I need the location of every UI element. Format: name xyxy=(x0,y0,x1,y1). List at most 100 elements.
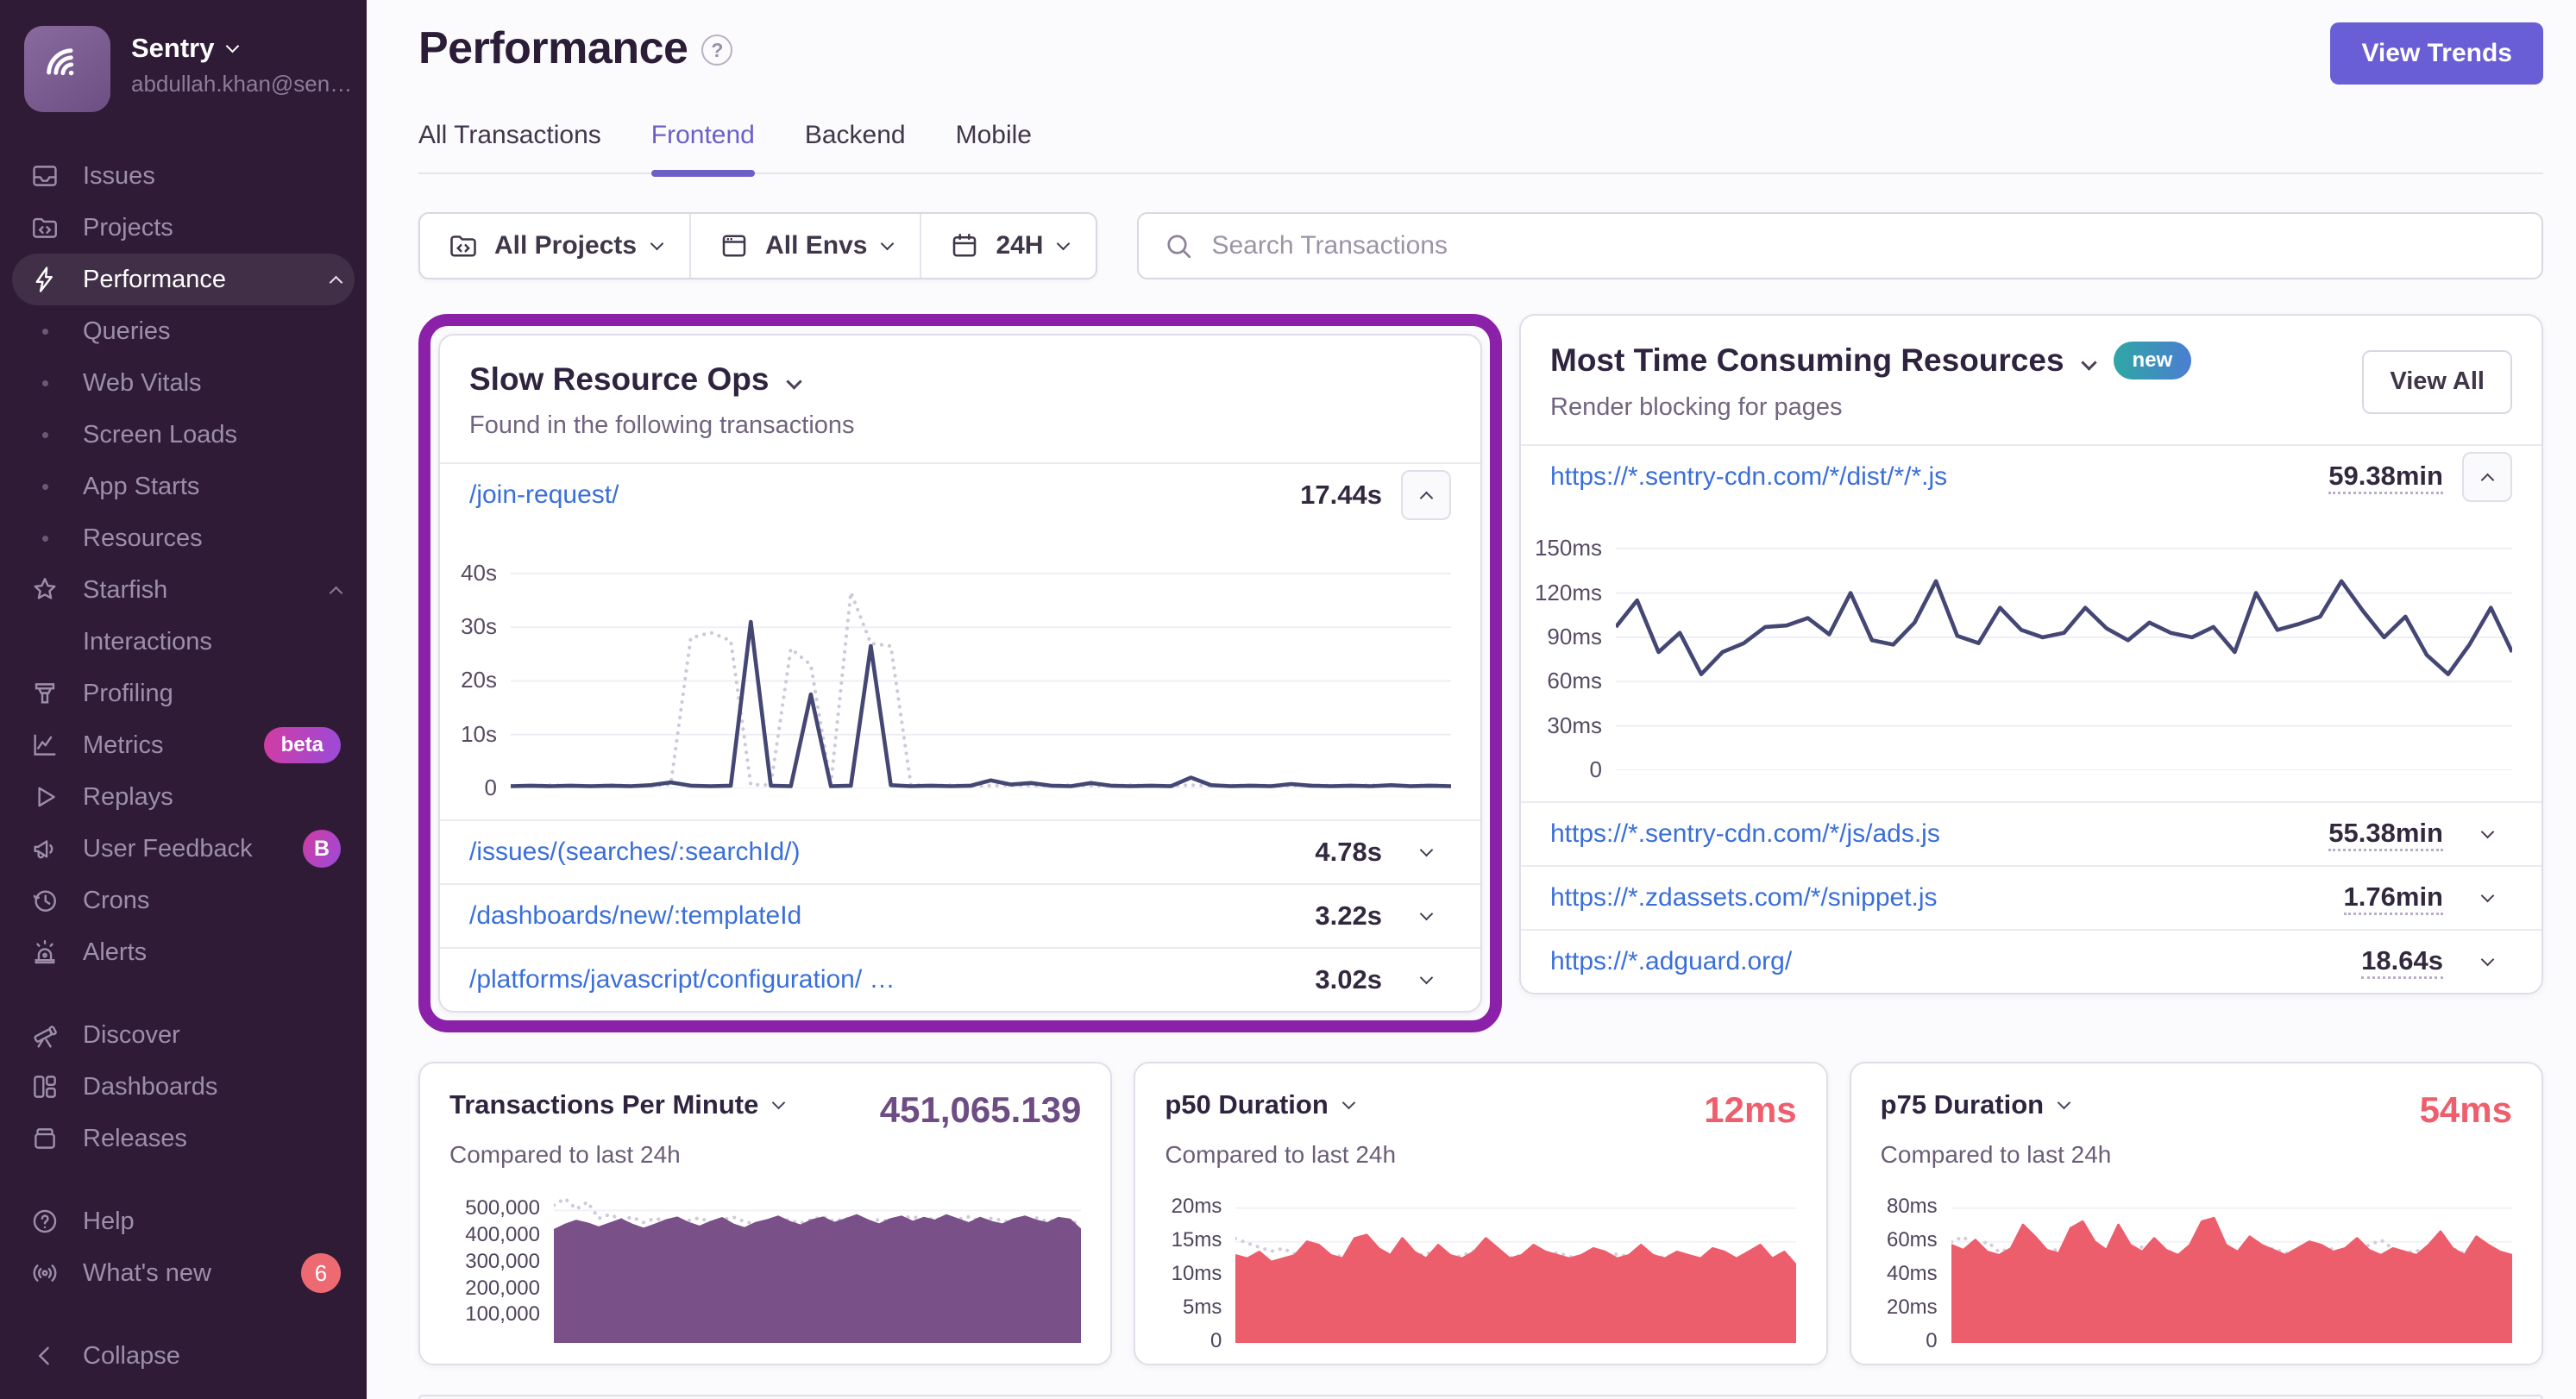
sidebar-item-issues[interactable]: Issues xyxy=(12,150,355,202)
most-time-consuming-panel: Most Time Consuming Resources new Render… xyxy=(1519,314,2543,994)
tab-backend[interactable]: Backend xyxy=(805,121,906,173)
collapse-row-button[interactable] xyxy=(2462,452,2512,502)
search-input[interactable] xyxy=(1211,231,2517,260)
y-axis-tick: 5ms xyxy=(1183,1295,1222,1320)
sidebar-item-projects[interactable]: Projects xyxy=(12,202,355,254)
collapse-row-button[interactable] xyxy=(1401,470,1451,520)
sidebar-item-label: Resources xyxy=(83,524,203,553)
chevron-down-icon[interactable] xyxy=(786,373,801,389)
megaphone-icon xyxy=(26,834,64,863)
sidebar-item-collapse[interactable]: Collapse xyxy=(12,1330,355,1382)
chevron-down-icon xyxy=(1419,844,1433,857)
expand-row-button[interactable] xyxy=(2462,895,2512,900)
search-icon xyxy=(1163,230,1194,261)
user-email: abdullah.khan@sen… xyxy=(131,71,342,97)
chevron-left-icon xyxy=(30,1341,60,1371)
sidebar-item-dashboards[interactable]: Dashboards xyxy=(12,1061,355,1113)
y-axis-tick: 30s xyxy=(461,613,497,640)
card-title[interactable]: p75 Duration xyxy=(1881,1089,2069,1120)
sidebar-item-label: Collapse xyxy=(83,1342,180,1371)
sidebar-nav: Issues Projects PerformanceQueries Web Vita… xyxy=(12,150,355,1382)
sidebar-item-user-feedback[interactable]: User Feedback B xyxy=(12,823,355,875)
chart-plot xyxy=(554,1195,1081,1343)
badge-user-feedback: B xyxy=(303,830,341,868)
sidebar-item-queries[interactable]: Queries xyxy=(12,305,355,357)
tab-bar: All Transactions Frontend Backend Mobile xyxy=(418,121,2543,174)
sidebar-item-alerts[interactable]: Alerts xyxy=(12,926,355,978)
sidebar-item-interactions[interactable]: Interactions xyxy=(12,616,355,668)
y-axis-tick: 300,000 xyxy=(465,1250,540,1274)
row-link[interactable]: /issues/(searches/:searchId/) xyxy=(469,838,800,867)
p50-card: p50 Duration12msCompared to last 24h20ms… xyxy=(1134,1062,1827,1365)
expand-row-button[interactable] xyxy=(2462,959,2512,964)
sidebar-item-releases[interactable]: Releases xyxy=(12,1113,355,1164)
view-all-button[interactable]: View All xyxy=(2362,350,2512,414)
tab-all-transactions[interactable]: All Transactions xyxy=(418,121,601,173)
row-link[interactable]: https://*.adguard.org/ xyxy=(1550,947,1792,976)
chevron-down-icon xyxy=(881,237,895,251)
sidebar-item-help[interactable]: Help xyxy=(12,1195,355,1247)
sidebar-item-crons[interactable]: Crons xyxy=(12,875,355,926)
sidebar-item-whats-new[interactable]: What's new6 xyxy=(12,1247,355,1299)
bullet-icon xyxy=(26,329,64,335)
page-header: Performance ? View Trends xyxy=(418,22,2543,85)
row-link[interactable]: https://*.sentry-cdn.com/*/js/ads.js xyxy=(1550,819,1940,849)
sidebar-item-label: Releases xyxy=(83,1125,187,1153)
lightning-icon xyxy=(30,265,60,294)
expand-row-button[interactable] xyxy=(2462,831,2512,837)
sidebar-item-starfish[interactable]: Starfish xyxy=(12,564,355,616)
tpm-card: Transactions Per Minute451,065.139Compar… xyxy=(418,1062,1112,1365)
sidebar-item-web-vitals[interactable]: Web Vitals xyxy=(12,357,355,409)
y-axis: 20ms15ms10ms5ms0 xyxy=(1165,1195,1235,1343)
help-icon[interactable]: ? xyxy=(701,35,732,66)
sidebar-item-performance[interactable]: Performance xyxy=(12,254,355,305)
row-link[interactable]: /dashboards/new/:templateId xyxy=(469,901,801,931)
sidebar-item-profiling[interactable]: Profiling xyxy=(12,668,355,719)
card-subtitle: Compared to last 24h xyxy=(1165,1141,1796,1169)
row-link[interactable]: https://*.zdassets.com/*/snippet.js xyxy=(1550,883,1938,913)
row-link[interactable]: https://*.sentry-cdn.com/*/dist/*/*.js xyxy=(1550,462,1947,492)
sidebar-item-label: User Feedback xyxy=(83,835,253,863)
highlight-annotation: Slow Resource Ops Found in the following… xyxy=(418,314,1502,1032)
page-title: Performance xyxy=(418,22,688,74)
badge-metrics: beta xyxy=(264,727,341,763)
expand-row-button[interactable] xyxy=(1401,850,1451,855)
card-title[interactable]: Transactions Per Minute xyxy=(449,1089,783,1120)
expand-row-button[interactable] xyxy=(1401,913,1451,919)
transaction-row: /issues/(searches/:searchId/)4.78s xyxy=(440,819,1480,883)
new-badge: new xyxy=(2114,342,2192,380)
view-trends-button[interactable]: View Trends xyxy=(2330,22,2543,85)
tab-frontend[interactable]: Frontend xyxy=(651,121,755,173)
y-axis-tick: 30ms xyxy=(1547,712,1602,739)
sidebar-item-screen-loads[interactable]: Screen Loads xyxy=(12,409,355,461)
environments-filter[interactable]: All Envs xyxy=(691,214,921,278)
chart-plot xyxy=(1616,534,2512,770)
projects-filter-label: All Projects xyxy=(494,231,637,260)
time-range-filter[interactable]: 24H xyxy=(921,214,1096,278)
sidebar-item-discover[interactable]: Discover xyxy=(12,1009,355,1061)
sidebar-item-resources[interactable]: Resources xyxy=(12,512,355,564)
sidebar-item-metrics[interactable]: Metricsbeta xyxy=(12,719,355,771)
page-filter-group: All Projects All Envs 24H xyxy=(418,212,1097,279)
chart-plot xyxy=(1235,1195,1796,1343)
calendar-icon xyxy=(949,230,980,261)
sidebar-item-label: Web Vitals xyxy=(83,369,202,398)
sidebar-item-label: Projects xyxy=(83,214,173,242)
projects-filter[interactable]: All Projects xyxy=(420,214,691,278)
sidebar-item-replays[interactable]: Replays xyxy=(12,771,355,823)
sidebar-item-app-starts[interactable]: App Starts xyxy=(12,461,355,512)
panel-subtitle: Render blocking for pages xyxy=(1550,393,2191,422)
resource-row: https://*.sentry-cdn.com/*/dist/*/*.js59… xyxy=(1521,444,2541,508)
telescope-icon xyxy=(26,1020,64,1050)
row-link[interactable]: /join-request/ xyxy=(469,480,619,510)
expand-row-button[interactable] xyxy=(1401,977,1451,982)
releases-icon xyxy=(26,1124,64,1153)
search-transactions-box[interactable] xyxy=(1137,212,2543,279)
chevron-down-icon[interactable] xyxy=(2081,354,2096,370)
y-axis-tick: 0 xyxy=(1590,756,1602,783)
tab-mobile[interactable]: Mobile xyxy=(956,121,1032,173)
card-title[interactable]: p50 Duration xyxy=(1165,1089,1353,1120)
row-link[interactable]: /platforms/javascript/configuration/ … xyxy=(469,965,895,994)
sentry-logo-icon xyxy=(24,26,110,112)
org-switcher[interactable]: Sentry abdullah.khan@sen… xyxy=(12,26,355,112)
